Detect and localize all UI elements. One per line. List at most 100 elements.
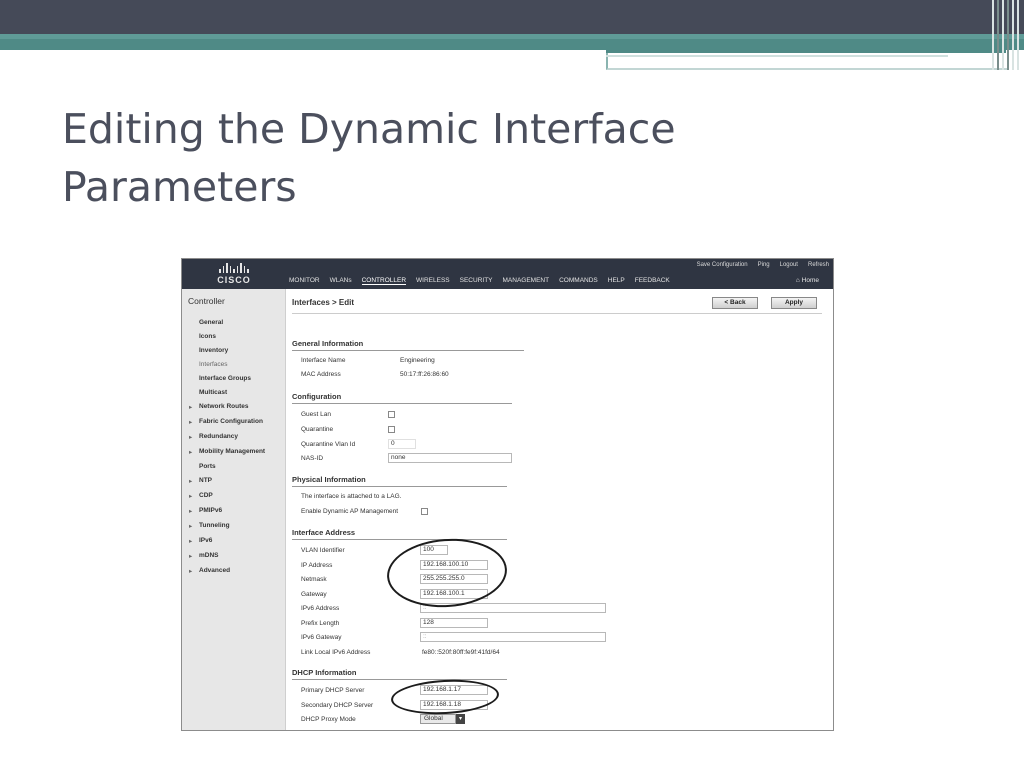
section-divider (292, 403, 512, 404)
ipv6-gateway-label: IPv6 Gateway (301, 634, 342, 641)
nav-monitor[interactable]: MONITOR (289, 277, 320, 285)
sidebar-item-interfaces[interactable]: Interfaces (199, 361, 228, 368)
section-divider (292, 679, 507, 680)
slide-decoration-line-light (606, 55, 948, 57)
dhcp-proxy-mode-select[interactable]: Global (420, 714, 456, 724)
chevron-down-icon[interactable]: ▾ (456, 714, 465, 724)
guest-lan-label: Guest Lan (301, 411, 331, 418)
slide-title-line-2: Parameters (62, 163, 297, 211)
quarantine-vlan-field[interactable]: 0 (388, 439, 416, 449)
link-local-ipv6-label: Link Local IPv6 Address (301, 649, 371, 656)
sidebar-item-label: PMIPv6 (199, 507, 223, 514)
slide-title: Editing the Dynamic Interface Parameters (62, 100, 822, 216)
ipv6-address-label: IPv6 Address (301, 605, 340, 612)
sidebar-item-label: CDP (199, 492, 213, 499)
mac-address-value: 50:17:ff:26:86:60 (400, 371, 449, 378)
sidebar-item-ports[interactable]: Ports (199, 463, 216, 470)
main-nav: MONITOR WLANs CONTROLLER WIRELESS SECURI… (289, 277, 670, 285)
prefix-length-field[interactable]: 128 (420, 618, 488, 628)
mac-address-label: MAC Address (301, 371, 341, 378)
sidebar-item-interface-groups[interactable]: Interface Groups (199, 375, 251, 382)
prefix-length-label: Prefix Length (301, 620, 340, 627)
dhcp-proxy-mode-label: DHCP Proxy Mode (301, 716, 356, 723)
cisco-wordmark: CISCO (217, 275, 251, 285)
lag-info-text: The interface is attached to a LAG. (301, 493, 402, 500)
expand-arrow-icon: ▸ (189, 553, 193, 560)
nav-security[interactable]: SECURITY (460, 277, 493, 285)
nav-wireless[interactable]: WIRELESS (416, 277, 450, 285)
ping-link[interactable]: Ping (758, 262, 770, 268)
slide-accent-highlight (0, 34, 1024, 39)
nav-help[interactable]: HELP (608, 277, 625, 285)
netmask-label: Netmask (301, 576, 327, 583)
ip-address-label: IP Address (301, 562, 333, 569)
sidebar-item-mobility-management[interactable]: ▸ Mobility Management (189, 448, 266, 456)
sidebar-item-icons[interactable]: Icons (199, 333, 216, 340)
sidebar-item-mdns[interactable]: ▸ mDNS (189, 552, 219, 560)
breadcrumb: Interfaces > Edit (292, 298, 355, 307)
sidebar-item-label: Mobility Management (199, 448, 266, 455)
refresh-link[interactable]: Refresh (808, 262, 829, 268)
interface-name-label: Interface Name (301, 357, 346, 364)
quarantine-vlan-label: Quarantine Vlan Id (301, 441, 356, 448)
sidebar-item-fabric-configuration[interactable]: ▸ Fabric Configuration (189, 418, 263, 426)
controller-sidebar: Controller General Icons Inventory Inter… (182, 289, 286, 730)
nav-controller[interactable]: CONTROLLER (361, 277, 407, 285)
guest-lan-checkbox[interactable] (388, 411, 395, 418)
cisco-logo: CISCO (212, 263, 256, 287)
sidebar-item-label: Network Routes (199, 403, 249, 410)
gateway-label: Gateway (301, 591, 327, 598)
vlan-identifier-label: VLAN Identifier (301, 547, 345, 554)
nav-management[interactable]: MANAGEMENT (503, 277, 550, 285)
sidebar-item-label: Tunneling (199, 522, 230, 529)
slide-decoration-stripes (992, 0, 1024, 70)
sidebar-item-label: mDNS (199, 552, 219, 559)
quarantine-label: Quarantine (301, 426, 334, 433)
expand-arrow-icon: ▸ (189, 404, 193, 411)
sidebar-item-redundancy[interactable]: ▸ Redundancy (189, 433, 238, 441)
dynamic-ap-label: Enable Dynamic AP Management (301, 508, 399, 515)
back-button[interactable]: < Back (712, 297, 758, 309)
sidebar-item-multicast[interactable]: Multicast (199, 389, 227, 396)
home-link[interactable]: ⌂ Home (796, 277, 819, 284)
sidebar-item-ipv6[interactable]: ▸ IPv6 (189, 537, 212, 545)
logout-link[interactable]: Logout (780, 262, 798, 268)
cisco-bars-icon (212, 263, 256, 273)
ipv6-gateway-field[interactable]: :: (420, 632, 606, 642)
interface-edit-panel: Interfaces > Edit < Back Apply General I… (287, 289, 833, 730)
expand-arrow-icon: ▸ (189, 523, 193, 530)
sidebar-item-pmipv6[interactable]: ▸ PMIPv6 (189, 507, 223, 515)
sidebar-item-advanced[interactable]: ▸ Advanced (189, 567, 230, 575)
sidebar-item-network-routes[interactable]: ▸ Network Routes (189, 403, 249, 411)
apply-button[interactable]: Apply (771, 297, 817, 309)
save-configuration-link[interactable]: Save Configuration (697, 262, 748, 268)
nav-commands[interactable]: COMMANDS (559, 277, 598, 285)
slide-title-line-1: Editing the Dynamic Interface (62, 105, 676, 153)
section-divider (292, 486, 507, 487)
sidebar-item-tunneling[interactable]: ▸ Tunneling (189, 522, 230, 530)
slide-top-bar (0, 0, 1024, 34)
link-local-ipv6-value: fe80::520f:80ff:fe9f:41fd/64 (422, 649, 500, 656)
controller-screenshot: CISCO Save Configuration Ping Logout Ref… (181, 258, 834, 731)
sidebar-item-cdp[interactable]: ▸ CDP (189, 492, 213, 500)
highlight-circle-ip-settings (384, 534, 510, 612)
section-divider (292, 539, 507, 540)
expand-arrow-icon: ▸ (189, 478, 193, 485)
nas-id-field[interactable]: none (388, 453, 512, 463)
expand-arrow-icon: ▸ (189, 508, 193, 515)
section-physical-information: Physical Information (292, 475, 366, 484)
sidebar-item-ntp[interactable]: ▸ NTP (189, 477, 212, 485)
sidebar-item-inventory[interactable]: Inventory (199, 347, 228, 354)
dynamic-ap-checkbox[interactable] (421, 508, 428, 515)
expand-arrow-icon: ▸ (189, 538, 193, 545)
secondary-dhcp-label: Secondary DHCP Server (301, 702, 374, 709)
nas-id-label: NAS-ID (301, 455, 324, 462)
expand-arrow-icon: ▸ (189, 419, 193, 426)
nav-wlans[interactable]: WLANs (330, 277, 352, 285)
slide-decoration-frame (606, 50, 1008, 70)
home-label: Home (801, 277, 819, 284)
primary-dhcp-label: Primary DHCP Server (301, 687, 365, 694)
quarantine-checkbox[interactable] (388, 426, 395, 433)
sidebar-item-general[interactable]: General (199, 319, 223, 326)
nav-feedback[interactable]: FEEDBACK (635, 277, 670, 285)
